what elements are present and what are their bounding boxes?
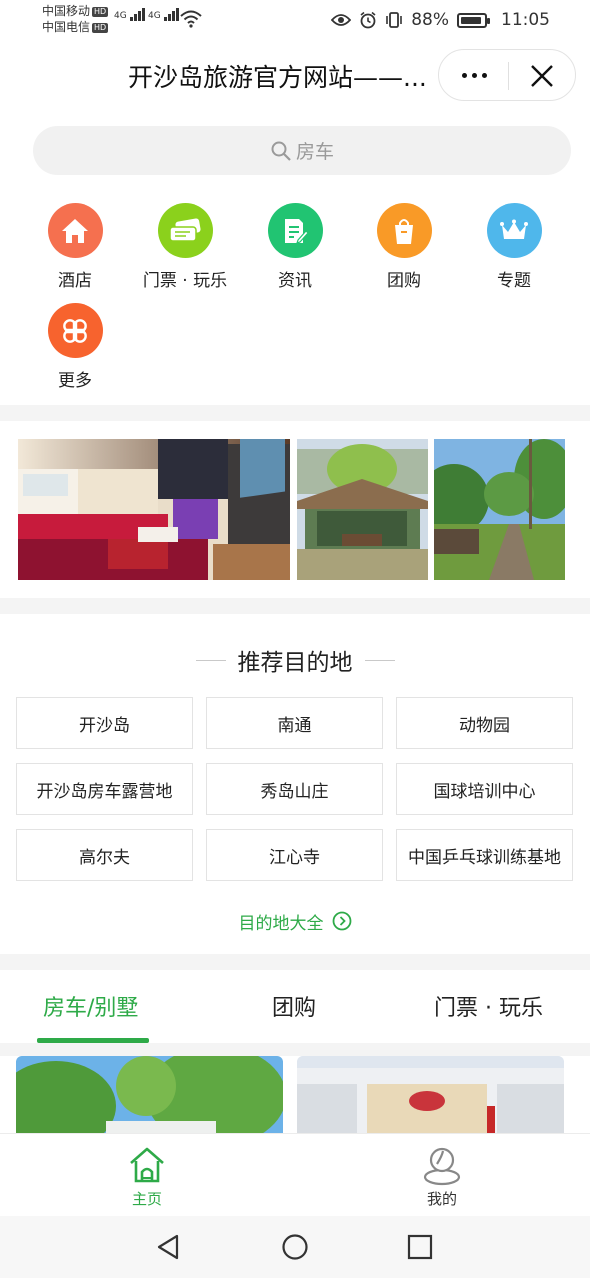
eye-icon bbox=[331, 14, 352, 26]
product-card-photo[interactable] bbox=[16, 1056, 283, 1133]
product-card-photo[interactable] bbox=[297, 1056, 564, 1133]
section-divider bbox=[0, 954, 590, 970]
home-icon bbox=[47, 203, 103, 258]
recommend-title: 推荐目的地 bbox=[237, 650, 353, 676]
capsule-divider bbox=[508, 62, 509, 90]
tab-group-buy[interactable]: 团购 bbox=[272, 990, 316, 1022]
back-icon[interactable] bbox=[155, 1233, 183, 1261]
section-divider bbox=[0, 598, 590, 614]
header-line bbox=[195, 659, 226, 661]
destination-item[interactable]: 高尔夫 bbox=[16, 829, 193, 881]
bottom-nav: 主页 我的 bbox=[0, 1133, 590, 1216]
category-more[interactable]: 更多 bbox=[20, 303, 130, 403]
profile-icon bbox=[423, 1147, 461, 1186]
carrier-info: 中国移动 HD 中国电信 HD bbox=[42, 3, 109, 35]
rv-interior-photo[interactable] bbox=[18, 439, 290, 580]
search-icon bbox=[271, 141, 291, 161]
wifi-icon bbox=[180, 10, 202, 28]
category-label: 酒店 bbox=[58, 271, 92, 291]
tab-rv-villa[interactable]: 房车/别墅 bbox=[43, 990, 138, 1022]
nav-home[interactable]: 主页 bbox=[87, 1142, 207, 1209]
arrow-circle-right-icon bbox=[332, 911, 351, 931]
destination-item[interactable]: 江心寺 bbox=[206, 829, 383, 881]
category-label: 更多 bbox=[58, 371, 92, 391]
nav-label: 我的 bbox=[426, 1190, 457, 1208]
section-divider bbox=[0, 405, 590, 421]
page-title: 开沙岛旅游官方网站——... bbox=[128, 63, 427, 92]
clock: 11:05 bbox=[501, 10, 550, 30]
alarm-icon bbox=[360, 11, 376, 29]
signal-icon: 4G bbox=[114, 8, 146, 21]
home-circle-icon[interactable] bbox=[281, 1233, 309, 1261]
home-outline-icon bbox=[130, 1147, 164, 1183]
battery-icon bbox=[457, 12, 490, 28]
category-label: 门票 · 玩乐 bbox=[142, 271, 228, 291]
category-tickets[interactable]: 门票 · 玩乐 bbox=[130, 203, 240, 303]
network-type: 4G bbox=[114, 11, 127, 21]
status-right: 88% 11:05 bbox=[331, 8, 550, 32]
destination-item[interactable]: 秀岛山庄 bbox=[206, 763, 383, 815]
category-group-buy[interactable]: 团购 bbox=[349, 203, 459, 303]
header-line bbox=[364, 659, 395, 661]
recommend-header: 推荐目的地 bbox=[0, 640, 590, 680]
close-icon[interactable] bbox=[527, 61, 557, 91]
category-label: 专题 bbox=[497, 271, 531, 291]
search-bar[interactable]: 房车 bbox=[33, 126, 571, 175]
recent-apps-icon[interactable] bbox=[406, 1233, 434, 1261]
nav-profile[interactable]: 我的 bbox=[382, 1142, 502, 1209]
carrier-2: 中国电信 bbox=[42, 20, 91, 34]
document-edit-icon bbox=[267, 203, 323, 258]
signal-icon: 4G bbox=[148, 8, 180, 21]
category-topics[interactable]: 专题 bbox=[459, 203, 569, 303]
destination-item[interactable]: 中国乒乓球训练基地 bbox=[396, 829, 573, 881]
hd-badge: HD bbox=[92, 23, 109, 33]
search-placeholder: 房车 bbox=[295, 141, 334, 163]
destination-item[interactable]: 国球培训中心 bbox=[396, 763, 573, 815]
vibrate-icon bbox=[386, 12, 403, 28]
destination-item[interactable]: 动物园 bbox=[396, 697, 573, 749]
mini-program-capsule bbox=[438, 49, 576, 101]
battery-percent: 88% bbox=[411, 10, 449, 30]
destination-item[interactable]: 开沙岛 bbox=[16, 697, 193, 749]
title-bar: 开沙岛旅游官方网站——... bbox=[0, 40, 590, 116]
trail-photo[interactable] bbox=[434, 439, 565, 580]
all-destinations-label: 目的地大全 bbox=[238, 913, 324, 934]
destination-item[interactable]: 南通 bbox=[206, 697, 383, 749]
clover-icon bbox=[47, 303, 103, 358]
category-label: 团购 bbox=[387, 271, 421, 291]
network-type: 4G bbox=[148, 11, 161, 21]
gazebo-photo[interactable] bbox=[297, 439, 428, 580]
nav-label: 主页 bbox=[131, 1190, 162, 1208]
tab-tickets[interactable]: 门票 · 玩乐 bbox=[434, 990, 543, 1022]
shopping-bag-icon bbox=[376, 203, 432, 258]
destination-item[interactable]: 开沙岛房车露营地 bbox=[16, 763, 193, 815]
section-divider bbox=[0, 1043, 590, 1056]
status-bar: 中国移动 HD 中国电信 HD 4G 4G 88% 11:05 bbox=[0, 0, 590, 40]
category-label: 资讯 bbox=[278, 271, 312, 291]
crown-icon bbox=[486, 203, 542, 258]
all-destinations-link[interactable]: 目的地大全 bbox=[0, 906, 590, 936]
system-nav-bar bbox=[0, 1216, 590, 1278]
category-news[interactable]: 资讯 bbox=[240, 203, 350, 303]
ticket-icon bbox=[157, 203, 213, 258]
more-options-button[interactable] bbox=[439, 50, 509, 100]
carrier-1: 中国移动 bbox=[42, 4, 91, 18]
hd-badge: HD bbox=[92, 7, 109, 17]
category-hotel[interactable]: 酒店 bbox=[20, 203, 130, 303]
